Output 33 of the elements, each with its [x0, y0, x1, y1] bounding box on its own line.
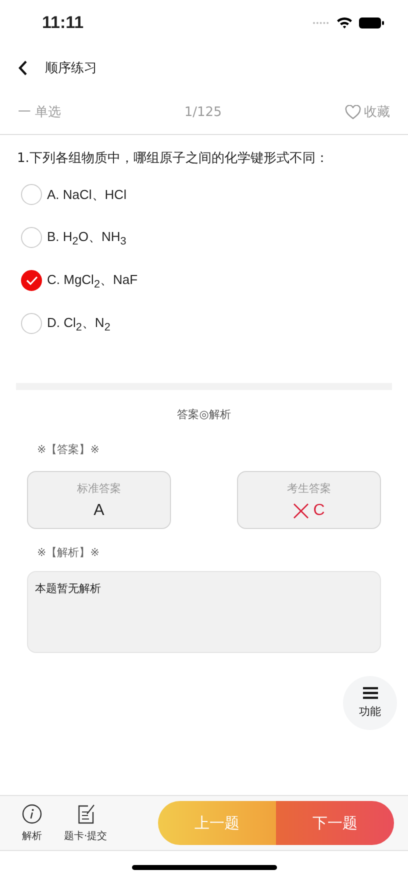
- info-icon: [22, 804, 42, 824]
- section-heading: ※【答案】※: [36, 442, 100, 457]
- card-label: 考生答案: [287, 480, 331, 496]
- radio-button[interactable]: [21, 270, 42, 291]
- answer-option[interactable]: D. Cl$_{2}$、N$_{2}$: [0, 302, 408, 345]
- status-time: 11:11: [42, 12, 84, 32]
- card-label: 标准答案: [77, 480, 121, 496]
- answer-option[interactable]: A. NaCl、HCl: [0, 173, 408, 216]
- question-text: 1.下列各组物质中，哪组原子之间的化学键形式不同：: [16, 150, 330, 168]
- answer-option[interactable]: C. MgCl$_{2}$、NaF: [0, 259, 408, 302]
- battery-icon: [359, 16, 384, 28]
- check-icon: [26, 276, 38, 285]
- edit-note-icon: [76, 804, 96, 824]
- analysis-button[interactable]: 解析: [16, 804, 48, 842]
- cross-icon: [293, 502, 310, 518]
- analysis-text: 本题暂无解析: [27, 571, 381, 653]
- radio-button[interactable]: [21, 184, 42, 205]
- radio-button[interactable]: [21, 227, 42, 248]
- radio-button[interactable]: [21, 313, 42, 334]
- answer-value: A: [94, 502, 104, 520]
- section-title: 答案◎解析: [176, 407, 232, 422]
- section-heading: ※【解析】※: [36, 545, 100, 560]
- wifi-icon: [336, 16, 353, 29]
- question-type: 一 单选: [18, 104, 62, 121]
- back-icon[interactable]: [18, 60, 28, 76]
- menu-icon: [362, 687, 378, 699]
- answer-sheet-button[interactable]: 题卡·提交: [58, 804, 114, 842]
- function-button[interactable]: 功能: [343, 676, 397, 730]
- answer-option[interactable]: B. H$_{2}$O、NH$_{3}$: [0, 216, 408, 259]
- signal-icon: [312, 20, 330, 24]
- page-title: 顺序练习: [45, 60, 97, 76]
- heart-icon: [344, 104, 361, 120]
- answer-value: C: [293, 502, 325, 520]
